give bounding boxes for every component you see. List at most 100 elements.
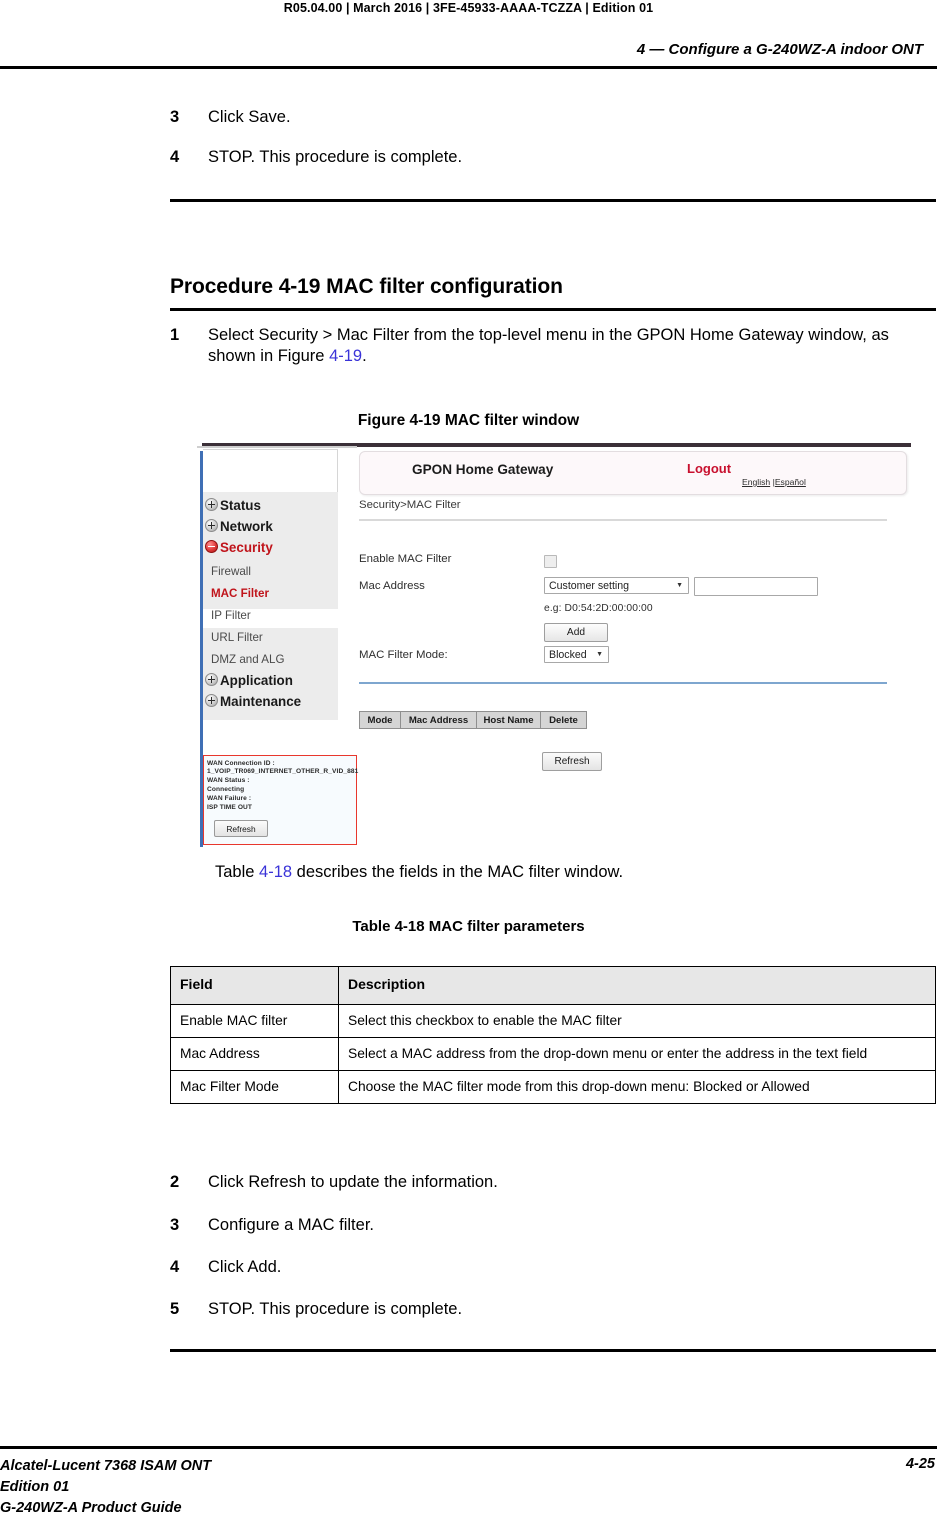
mac-filter-window-screenshot: Status Network Security Firewall MAC Fil…: [197, 443, 911, 847]
sidebar-item-label: Security: [220, 540, 273, 555]
wan-refresh-button[interactable]: Refresh: [214, 820, 268, 837]
step-item: 3 Click Save.: [170, 107, 930, 128]
sidebar-item-mac-filter[interactable]: MAC Filter: [211, 587, 269, 600]
table-intro-part-a: Table: [215, 863, 260, 881]
logout-link[interactable]: Logout: [687, 461, 731, 476]
mac-address-select-value: Customer setting: [549, 579, 630, 592]
wan-failure-label: WAN Failure :: [207, 795, 252, 802]
table-xref-link[interactable]: 4-18: [259, 863, 292, 881]
grid-column-mac-address[interactable]: Mac Address: [400, 711, 477, 729]
sidebar-logo-box: [203, 449, 338, 493]
mac-filter-mode-select-value: Blocked: [549, 648, 587, 661]
wan-status-box: WAN Connection ID : 1_VOIP_TR069_INTERNE…: [203, 755, 358, 845]
table-caption: Table 4-18 MAC filter parameters: [352, 918, 585, 935]
wan-status-label: WAN Status :: [207, 777, 250, 784]
sidebar-item-security[interactable]: Security: [205, 540, 273, 555]
grid-column-delete[interactable]: Delete: [540, 711, 587, 729]
mac-address-hint: e.g: D0:54:2D:00:00:00: [544, 603, 653, 614]
add-button[interactable]: Add: [544, 623, 608, 642]
table-column-field: Field: [170, 966, 339, 1005]
step-number: 4: [170, 1258, 180, 1276]
mac-filter-mode-select[interactable]: Blocked ▼: [544, 646, 609, 663]
header-divider: [0, 66, 937, 69]
sidebar-item-dmz-and-alg[interactable]: DMZ and ALG: [211, 653, 284, 666]
footer-line-3: G-240WZ-A Product Guide: [0, 1500, 182, 1517]
step-number: 4: [170, 148, 180, 166]
table-cell-description: Choose the MAC filter mode from this dro…: [338, 1069, 936, 1105]
wan-failure-value: ISP TIME OUT: [207, 804, 253, 811]
step-number: 5: [170, 1300, 180, 1318]
language-spanish-link[interactable]: Español: [775, 477, 806, 487]
footer-line-2: Edition 01: [0, 1479, 70, 1496]
step-text: Select Security > Mac Filter from the to…: [208, 325, 932, 367]
table-row: Mac Address Select a MAC address from th…: [170, 1036, 936, 1071]
step-text: Configure a MAC filter.: [208, 1216, 374, 1234]
step-item: 1 Select Security > Mac Filter from the …: [170, 325, 932, 367]
language-switcher[interactable]: English |Español: [742, 477, 806, 487]
language-english-link[interactable]: English: [742, 477, 770, 487]
table-cell-description: Select this checkbox to enable the MAC f…: [338, 1003, 936, 1038]
step-number: 2: [170, 1173, 180, 1191]
section-divider-top: [170, 199, 936, 202]
step-item: 2 Click Refresh to update the informatio…: [170, 1172, 930, 1193]
sidebar-item-firewall[interactable]: Firewall: [211, 565, 251, 578]
sidebar-item-url-filter[interactable]: URL Filter: [211, 631, 263, 644]
figure-caption: Figure 4-19 MAC filter window: [357, 412, 580, 429]
plus-circle-icon[interactable]: [205, 694, 218, 707]
footer-divider: [0, 1446, 937, 1449]
mac-address-text-input[interactable]: [694, 577, 818, 596]
mac-filter-parameters-table: Field Description Enable MAC filter Sele…: [170, 966, 936, 1105]
step-text: STOP. This procedure is complete.: [208, 148, 463, 166]
page-number: 4-25: [905, 1456, 935, 1472]
sidebar-item-maintenance[interactable]: Maintenance: [205, 694, 301, 709]
plus-circle-icon[interactable]: [205, 519, 218, 532]
step-text: Click Save.: [208, 108, 291, 126]
refresh-button[interactable]: Refresh: [542, 752, 602, 771]
sidebar-item-ip-filter[interactable]: IP Filter: [211, 609, 251, 622]
document-id-header: R05.04.00 | March 2016 | 3FE-45933-AAAA-…: [283, 1, 654, 15]
mac-address-select[interactable]: Customer setting ▼: [544, 577, 689, 594]
section-divider-bottom: [170, 1349, 936, 1352]
table-column-description: Description: [338, 966, 936, 1005]
sidebar-item-label: Status: [220, 498, 261, 513]
enable-mac-filter-checkbox[interactable]: [544, 555, 557, 568]
chevron-down-icon[interactable]: ▼: [676, 582, 683, 589]
sidebar-item-network[interactable]: Network: [205, 519, 273, 534]
step-text-part-a: Select Security > Mac Filter from the to…: [208, 326, 889, 366]
table-row: Mac Filter Mode Choose the MAC filter mo…: [170, 1069, 936, 1105]
sidebar-item-status[interactable]: Status: [205, 498, 261, 513]
grid-column-host-name[interactable]: Host Name: [476, 711, 541, 729]
plus-circle-icon[interactable]: [205, 673, 218, 686]
minus-circle-icon[interactable]: [205, 540, 218, 553]
sidebar-item-application[interactable]: Application: [205, 673, 293, 688]
sidebar-item-label: Maintenance: [220, 694, 302, 709]
mac-filter-grid-header: Mode Mac Address Host Name Delete: [359, 711, 587, 729]
footer-text: Alcatel-Lucent 7368 ISAM ONT Edition 01 …: [0, 1456, 211, 1519]
plus-circle-icon[interactable]: [205, 498, 218, 511]
sidebar-item-label: Application: [220, 673, 293, 688]
step-item: 4 STOP. This procedure is complete.: [170, 147, 930, 168]
step-text: Click Add.: [208, 1258, 282, 1276]
procedure-title-underline: [170, 308, 936, 311]
table-cell-field: Enable MAC filter: [170, 1003, 339, 1038]
sidebar-item-label: Network: [220, 519, 273, 534]
figure-xref-link[interactable]: 4-19: [329, 347, 362, 365]
step-item: 4 Click Add.: [170, 1257, 930, 1278]
window-chrome-bar-left: [197, 446, 357, 448]
chevron-down-icon[interactable]: ▼: [596, 651, 603, 658]
procedure-title: Procedure 4-19 MAC filter configuration: [170, 275, 563, 298]
table-cell-description: Select a MAC address from the drop-down …: [338, 1036, 936, 1071]
table-cell-field: Mac Address: [170, 1036, 339, 1071]
table-row: Enable MAC filter Select this checkbox t…: [170, 1003, 936, 1038]
step-number: 3: [170, 1216, 180, 1234]
footer-line-1: Alcatel-Lucent 7368 ISAM ONT: [0, 1458, 212, 1474]
step-item: 5 STOP. This procedure is complete.: [170, 1299, 930, 1320]
table-intro-part-b: describes the fields in the MAC filter w…: [292, 863, 624, 881]
table-cell-field: Mac Filter Mode: [170, 1069, 339, 1105]
table-intro-paragraph: Table 4-18 describes the fields in the M…: [215, 862, 915, 883]
mac-filter-mode-label: MAC Filter Mode:: [359, 649, 448, 661]
breadcrumb-divider: [359, 519, 887, 521]
grid-column-mode[interactable]: Mode: [359, 711, 401, 729]
step-item: 3 Configure a MAC filter.: [170, 1215, 930, 1236]
form-section-divider: [359, 682, 887, 684]
